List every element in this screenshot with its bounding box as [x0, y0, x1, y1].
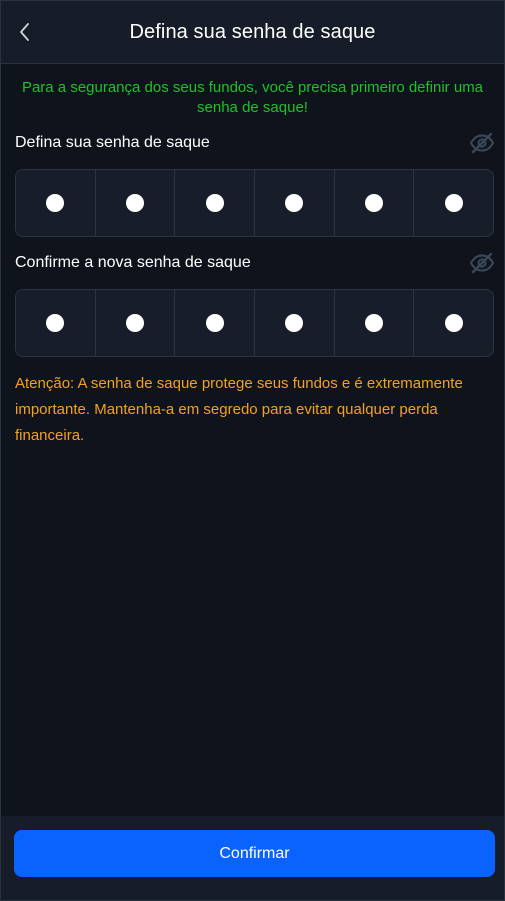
security-notice: Para a segurança dos seus fundos, você p… — [21, 79, 484, 116]
masked-digit-dot — [46, 314, 65, 332]
pin-cell[interactable] — [255, 290, 335, 356]
masked-digit-dot — [365, 194, 384, 212]
pin-cell[interactable] — [335, 170, 415, 236]
eye-off-icon — [469, 132, 495, 154]
app-screen: Defina sua senha de saque Para a seguran… — [0, 0, 505, 901]
chevron-left-icon — [20, 23, 29, 41]
warning-text: Atenção: A senha de saque protege seus f… — [15, 375, 463, 444]
masked-digit-dot — [46, 194, 65, 212]
set-password-input[interactable] — [15, 169, 494, 237]
set-password-section: Defina sua senha de saque — [15, 129, 496, 237]
footer-bar: Confirmar — [1, 816, 504, 900]
masked-digit-dot — [126, 194, 144, 212]
back-button[interactable] — [11, 17, 39, 47]
pin-cell[interactable] — [96, 290, 176, 356]
masked-digit-dot — [285, 194, 304, 212]
confirm-password-input[interactable] — [15, 289, 494, 357]
confirm-password-label: Confirme a nova senha de saque — [15, 254, 251, 271]
masked-digit-dot — [285, 314, 304, 332]
pin-cell[interactable] — [255, 170, 335, 236]
page-title: Defina sua senha de saque — [129, 20, 376, 43]
masked-digit-dot — [205, 194, 224, 212]
masked-digit-dot — [205, 314, 224, 332]
pin-cell[interactable] — [175, 290, 256, 356]
pin-cell[interactable] — [96, 170, 176, 236]
confirm-password-label-row: Confirme a nova senha de saque — [15, 249, 496, 277]
eye-off-icon — [469, 252, 495, 274]
masked-digit-dot — [444, 314, 463, 332]
header-bar: Defina sua senha de saque — [1, 1, 504, 64]
confirm-password-section: Confirme a nova senha de saque — [15, 249, 496, 357]
toggle-visibility-button[interactable] — [468, 249, 496, 277]
toggle-visibility-button[interactable] — [468, 129, 496, 157]
pin-cell[interactable] — [414, 170, 493, 236]
pin-cell[interactable] — [16, 290, 96, 356]
confirm-button[interactable]: Confirmar — [14, 830, 495, 877]
pin-cell[interactable] — [175, 170, 256, 236]
pin-cell[interactable] — [414, 290, 493, 356]
pin-cell[interactable] — [335, 290, 415, 356]
masked-digit-dot — [365, 314, 384, 332]
set-password-label: Defina sua senha de saque — [15, 134, 210, 151]
set-password-label-row: Defina sua senha de saque — [15, 129, 496, 157]
masked-digit-dot — [126, 314, 144, 332]
pin-cell[interactable] — [16, 170, 96, 236]
masked-digit-dot — [444, 194, 463, 212]
